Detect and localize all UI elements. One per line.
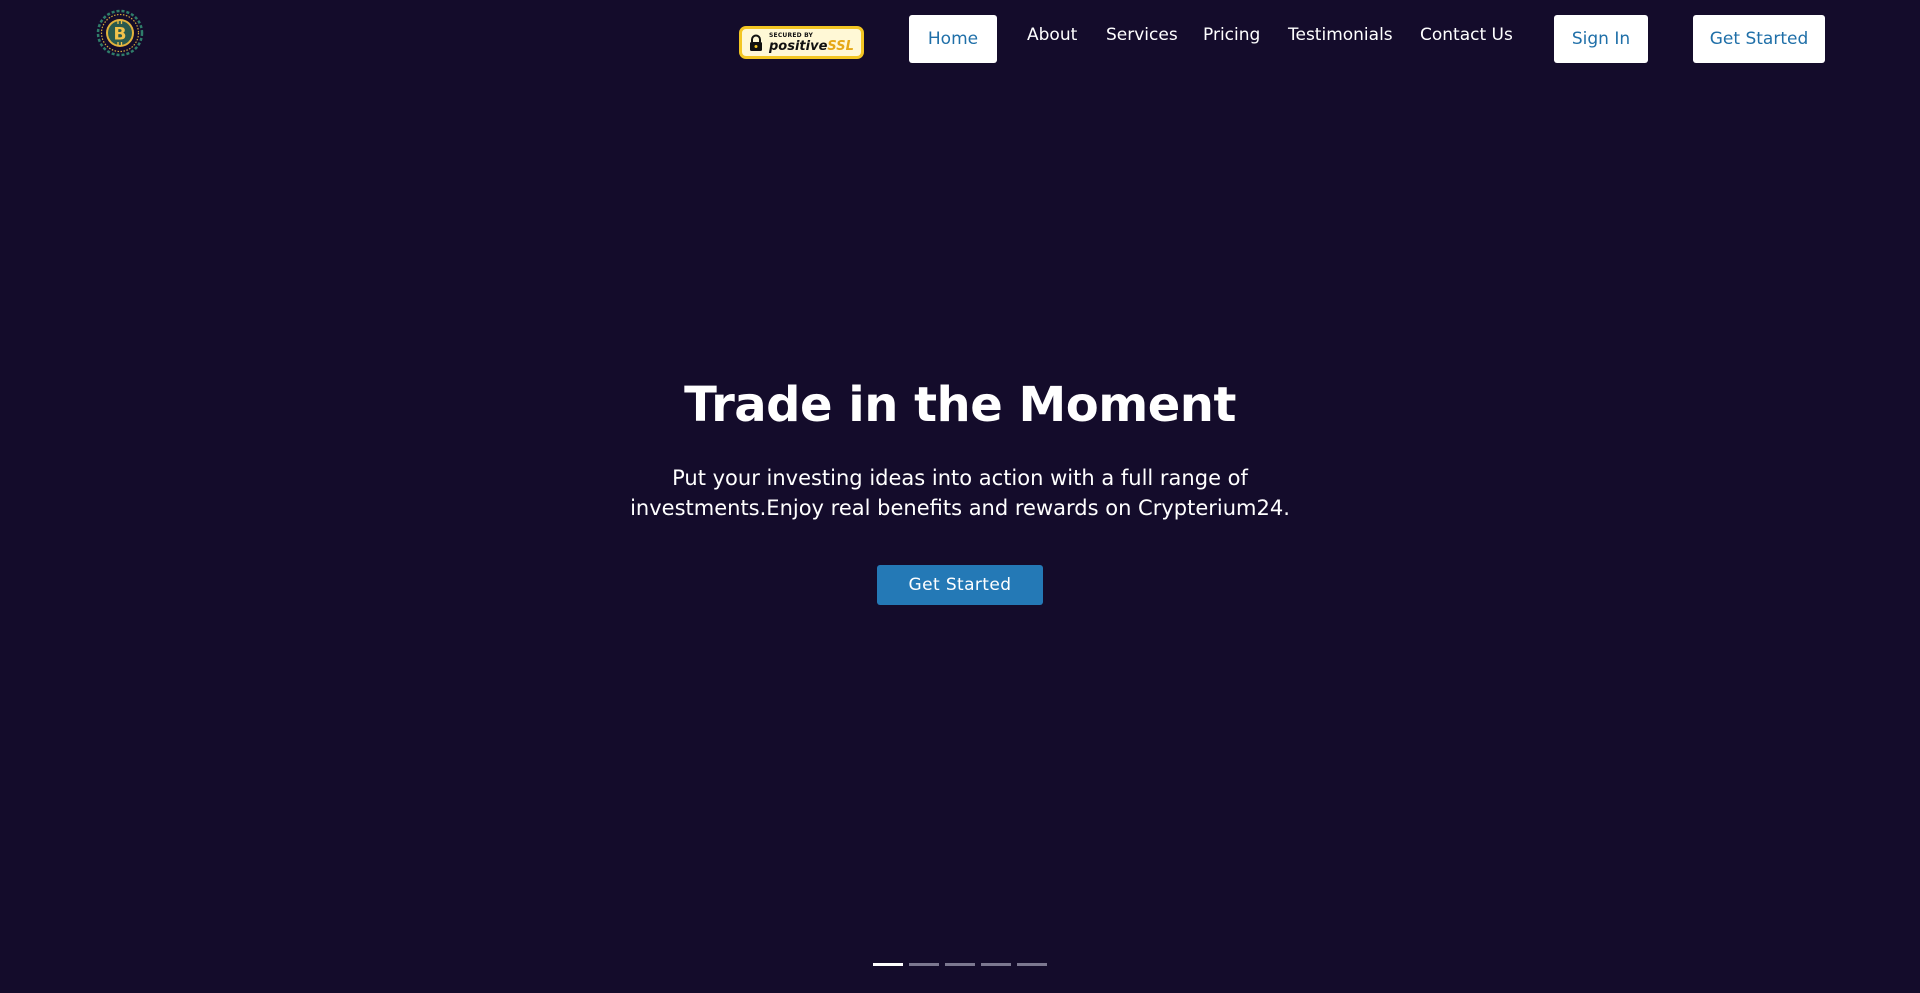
slide-indicator[interactable]	[981, 963, 1011, 966]
hero-subtitle: Put your investing ideas into action wit…	[630, 466, 1290, 520]
header-get-started-button[interactable]: Get Started	[1693, 15, 1825, 63]
nav-services-link[interactable]: Services	[1106, 24, 1178, 46]
svg-text:B: B	[114, 25, 127, 45]
positive-ssl-badge[interactable]: SECURED BY positiveSSL	[739, 26, 864, 59]
slide-indicators	[873, 963, 1047, 966]
bitcoin-logo-icon[interactable]: B	[96, 9, 144, 57]
hero-get-started-button[interactable]: Get Started	[877, 565, 1043, 605]
nav-about-link[interactable]: About	[1027, 24, 1077, 46]
nav-pricing-link[interactable]: Pricing	[1203, 24, 1260, 46]
nav-home-button[interactable]: Home	[909, 15, 997, 63]
slide-indicator[interactable]	[1017, 963, 1047, 966]
ssl-brand-accent: SSL	[827, 38, 854, 54]
hero-title: Trade in the Moment	[684, 377, 1236, 433]
lock-icon	[748, 33, 764, 53]
sign-in-button[interactable]: Sign In	[1554, 15, 1648, 63]
slide-indicator[interactable]	[873, 963, 903, 966]
page: B SECURED BY positiveSSL Home About Serv…	[0, 0, 1920, 993]
nav-testimonials-link[interactable]: Testimonials	[1288, 24, 1393, 46]
nav-contact-link[interactable]: Contact Us	[1420, 24, 1513, 46]
ssl-badge-text: SECURED BY positiveSSL	[769, 32, 854, 53]
ssl-brand-label: positiveSSL	[769, 40, 854, 53]
ssl-brand-main: positive	[769, 38, 828, 54]
slide-indicator[interactable]	[945, 963, 975, 966]
slide-indicator[interactable]	[909, 963, 939, 966]
